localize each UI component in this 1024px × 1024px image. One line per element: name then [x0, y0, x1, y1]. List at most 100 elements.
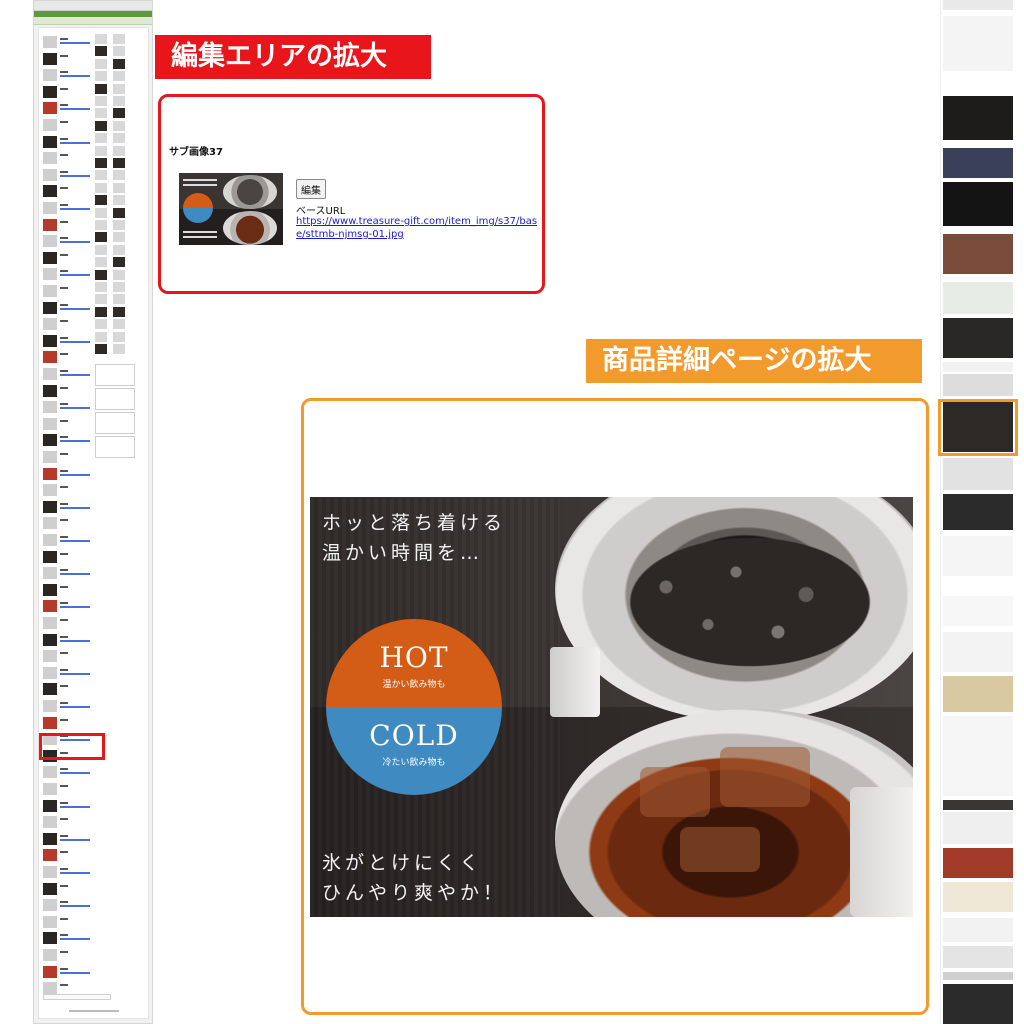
mini-thumb: [43, 600, 57, 613]
mini-grid-thumb: [113, 46, 125, 57]
mini-list-row: [43, 251, 93, 268]
mini-grid-thumb: [113, 195, 125, 206]
mini-thumb: [43, 218, 57, 231]
mini-line: [60, 768, 68, 771]
mini-link-line: [60, 241, 90, 244]
mini-link-line: [60, 573, 90, 576]
hot-label: HOT: [379, 641, 449, 674]
mini-footer-text: [69, 1010, 119, 1012]
thumb-text-line: [183, 236, 217, 238]
mini-thumb: [43, 168, 57, 181]
coffee-foam: [610, 527, 890, 677]
mini-line: [60, 54, 68, 57]
mini-line: [60, 619, 68, 621]
mini-line: [60, 253, 68, 256]
mini-page-section: [943, 946, 1013, 968]
mini-list-row: [43, 451, 93, 467]
mini-grid-thumb: [95, 344, 107, 354]
hot-sublabel: 温かい飲み物も: [382, 680, 446, 690]
detail-image-highlight-marker: [938, 399, 1018, 456]
mini-line: [60, 419, 68, 422]
mini-grid-thumb: [95, 220, 107, 230]
mini-list-row: [43, 285, 93, 301]
mini-thumb: [43, 500, 57, 513]
mini-line: [60, 353, 68, 356]
mini-line: [60, 469, 68, 472]
mini-link-line: [60, 407, 90, 410]
mini-line: [60, 951, 68, 953]
edit-button[interactable]: 編集: [296, 179, 326, 199]
cold-sublabel: 冷たい飲み物も: [382, 758, 446, 768]
mini-list-row: [43, 882, 93, 899]
mini-page-section: [943, 0, 1013, 10]
mini-link-line: [60, 971, 90, 974]
mini-list-row: [43, 417, 93, 434]
mini-line: [60, 569, 68, 572]
cold-copy-line-2: ひんやり爽やか！: [322, 882, 507, 904]
mini-list-row: [43, 783, 93, 799]
mini-thumb: [43, 102, 57, 115]
mini-list-row: [43, 583, 93, 600]
mini-grid-thumb: [95, 58, 107, 69]
mini-thumb: [43, 683, 57, 696]
mini-thumb: [43, 334, 57, 347]
mini-grid-thumb: [95, 282, 107, 292]
mini-line: [60, 536, 68, 538]
mini-list-row: [43, 633, 93, 650]
mini-link-line: [60, 42, 90, 44]
mini-thumb: [43, 982, 57, 995]
mini-grid-thumb: [113, 207, 125, 218]
mini-thumb: [43, 69, 57, 82]
mini-list-row: [43, 766, 93, 782]
mini-thumb: [43, 401, 57, 414]
mini-grid-thumb: [113, 145, 125, 156]
mini-list-row: [43, 899, 93, 915]
mini-page-section: [943, 16, 1013, 71]
mini-grid-thumb: [95, 46, 107, 57]
mini-grid-thumb: [95, 170, 107, 181]
mini-line: [60, 984, 68, 987]
mini-thumb: [43, 85, 57, 98]
mini-list-row: [43, 550, 93, 567]
mini-thumb: [43, 915, 57, 928]
cold-label: COLD: [369, 719, 459, 752]
mini-grid-thumb: [95, 331, 107, 342]
mini-thumb: [43, 799, 57, 812]
edit-area-heading: 編集エリアの拡大: [155, 35, 431, 79]
mini-list-row: [43, 517, 93, 533]
mini-grid-thumb: [95, 207, 107, 218]
mini-grid-thumb: [113, 71, 125, 82]
mini-line: [60, 668, 68, 671]
mini-input-box: [95, 364, 135, 386]
mini-page-section: [943, 800, 1013, 810]
mini-line: [60, 303, 68, 306]
mini-line: [60, 552, 68, 555]
mini-line: [60, 785, 68, 787]
mini-page-section: [943, 494, 1013, 530]
mini-list-row: [43, 567, 93, 583]
mini-link-line: [60, 208, 90, 210]
base-url-link[interactable]: https://www.treasure-gift.com/item_img/s…: [296, 215, 542, 241]
admin-page-content: [38, 27, 149, 1019]
hot-copy-line-1: ホッと落ち着ける: [322, 512, 507, 534]
mini-link-line: [60, 473, 90, 476]
mini-thumb: [43, 417, 57, 430]
mini-grid-thumb: [113, 344, 125, 354]
mini-thumb: [43, 318, 57, 331]
mini-line: [60, 834, 68, 837]
mini-link-line: [60, 838, 90, 841]
mini-link-line: [60, 639, 90, 642]
mini-line: [60, 287, 68, 289]
mini-link-line: [60, 606, 90, 609]
ice-cube: [680, 827, 760, 872]
mini-line: [60, 170, 68, 173]
mini-line: [60, 71, 68, 74]
mini-line: [60, 635, 68, 638]
mini-line: [60, 718, 68, 721]
mini-line: [60, 453, 68, 455]
mini-list-row: [43, 534, 93, 550]
mini-thumb: [43, 899, 57, 912]
mini-grid-thumb: [113, 269, 125, 280]
mini-page-section: [943, 596, 1013, 626]
mini-line: [60, 868, 68, 870]
